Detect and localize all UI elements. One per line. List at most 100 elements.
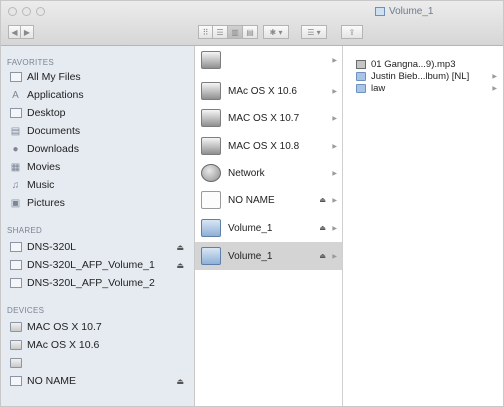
server-icon (9, 278, 22, 289)
sidebar-item-desktop[interactable]: Desktop (9, 104, 190, 122)
list-item[interactable]: Network ▶ (195, 159, 342, 187)
all-files-icon (9, 72, 22, 83)
chevron-right-icon: ▶ (332, 88, 337, 95)
list-item[interactable]: MAC OS X 10.8 ▶ (195, 132, 342, 160)
action-menu-button[interactable]: ✱ ▾ (263, 25, 289, 39)
eject-icon[interactable]: ⏏ (319, 252, 326, 260)
eject-icon[interactable]: ⏏ (319, 224, 326, 232)
browser-column-contents: 01 Gangna...9).mp3 Justin Bieb...lbum) [… (343, 46, 503, 406)
list-item-label: MAC OS X 10.8 (228, 140, 300, 152)
documents-icon: ▤ (10, 125, 21, 137)
toolbar: Volume_1 ◀ ▶ ⠿ ☰ ▥ ▤ ✱ ▾ ☰ ▾ ⇪ (1, 1, 503, 46)
sidebar-item-label: Pictures (27, 197, 65, 209)
applications-icon: A (12, 89, 19, 101)
shared-header: SHARED (7, 226, 43, 235)
sidebar-item-label: Applications (27, 89, 84, 101)
window-title: Volume_1 (375, 6, 433, 17)
sidebar-item-label: Documents (27, 125, 81, 137)
sidebar-item-label: Desktop (27, 107, 66, 119)
sidebar-item-no-name[interactable]: NO NAME ⏏ (9, 372, 190, 390)
mp3-file-icon (356, 59, 366, 69)
eject-icon[interactable]: ⏏ (319, 196, 326, 204)
cover-flow-button[interactable]: ▤ (243, 25, 258, 39)
sidebar-item-dns-320l-afp-volume-2[interactable]: DNS-320L_AFP_Volume_2 (9, 274, 190, 292)
network-icon (201, 164, 221, 182)
drive-icon (201, 82, 221, 100)
server-icon (9, 242, 22, 253)
list-item[interactable]: NO NAME ⏏ ▶ (195, 186, 342, 214)
sidebar-item-mac-os-x-10-7[interactable]: MAC OS X 10.7 (9, 318, 190, 336)
sidebar-item-dns-320l[interactable]: DNS-320L ⏏ (9, 238, 190, 256)
sidebar-item-label: DNS-320L_AFP_Volume_2 (27, 277, 155, 289)
view-buttons: ⠿ ☰ ▥ ▤ (198, 25, 258, 39)
sidebar-item-label: MAC OS X 10.7 (27, 321, 102, 333)
sidebar-item-dns-320l-afp-volume-1[interactable]: DNS-320L_AFP_Volume_1 ⏏ (9, 256, 190, 274)
drive-icon (201, 109, 221, 127)
sidebar-item-label: MAc OS X 10.6 (27, 339, 100, 351)
list-item[interactable]: MAc OS X 10.6 ▶ (195, 77, 342, 105)
eject-icon[interactable]: ⏏ (176, 261, 184, 270)
list-item-selected[interactable]: Volume_1 ⏏ ▶ (195, 242, 342, 270)
sidebar: FAVORITES All My Files A Applications De… (1, 46, 195, 406)
list-item-label: Justin Bieb...lbum) [NL] (371, 70, 470, 82)
list-view-button[interactable]: ☰ (213, 25, 228, 39)
list-item[interactable]: MAC OS X 10.7 ▶ (195, 104, 342, 132)
sidebar-item-unnamed-drive[interactable] (9, 354, 190, 372)
share-button[interactable]: ⇪ (341, 25, 363, 39)
movies-icon: ▦ (10, 161, 21, 173)
window-title-label: Volume_1 (389, 6, 434, 17)
chevron-right-icon: ▶ (492, 85, 497, 92)
chevron-right-icon: ▶ (332, 115, 337, 122)
chevron-right-icon: ▶ (332, 197, 337, 204)
sidebar-item-label: Music (27, 179, 55, 191)
volume-icon (375, 7, 385, 16)
favorites-header: FAVORITES (7, 58, 55, 67)
devices-header: DEVICES (7, 306, 45, 315)
chevron-right-icon: ▶ (332, 253, 337, 260)
sidebar-item-downloads[interactable]: ● Downloads (9, 140, 190, 158)
eject-icon[interactable]: ⏏ (176, 377, 184, 386)
sidebar-item-mac-os-x-10-6[interactable]: MAc OS X 10.6 (9, 336, 190, 354)
arrange-menu-button[interactable]: ☰ ▾ (301, 25, 327, 39)
list-item-label: Network (228, 167, 265, 179)
hard-drive-icon (9, 340, 22, 351)
sidebar-item-applications[interactable]: A Applications (9, 86, 190, 104)
music-icon: ♫ (11, 179, 20, 191)
back-button[interactable]: ◀ (8, 25, 21, 39)
list-item-label: MAc OS X 10.6 (228, 85, 297, 97)
list-item-label: Volume_1 (228, 222, 273, 234)
sidebar-item-documents[interactable]: ▤ Documents (9, 122, 190, 140)
list-item[interactable]: Volume_1 ⏏ ▶ (195, 214, 342, 242)
navigation-buttons: ◀ ▶ (8, 25, 34, 39)
list-item-label: Volume_1 (228, 250, 273, 262)
close-button[interactable] (8, 7, 17, 16)
sidebar-item-all-my-files[interactable]: All My Files (9, 68, 190, 86)
sidebar-item-music[interactable]: ♫ Music (9, 176, 190, 194)
server-icon (9, 260, 22, 271)
volume-icon (201, 219, 221, 237)
sidebar-item-pictures[interactable]: ▣ Pictures (9, 194, 190, 212)
list-item[interactable]: law ▶ (343, 82, 503, 94)
hard-drive-icon (9, 322, 22, 333)
sidebar-item-label: DNS-320L_AFP_Volume_1 (27, 259, 155, 271)
zoom-button[interactable] (36, 7, 45, 16)
chevron-right-icon: ▶ (332, 143, 337, 150)
sidebar-item-movies[interactable]: ▦ Movies (9, 158, 190, 176)
eject-icon[interactable]: ⏏ (176, 243, 184, 252)
downloads-icon: ● (12, 143, 19, 155)
list-item[interactable]: ▶ (195, 46, 342, 74)
external-drive-icon (201, 191, 221, 209)
chevron-right-icon: ▶ (332, 225, 337, 232)
icon-view-button[interactable]: ⠿ (198, 25, 213, 39)
list-item-label: MAC OS X 10.7 (228, 112, 300, 124)
minimize-button[interactable] (22, 7, 31, 16)
hard-drive-icon (9, 358, 22, 369)
column-view-button[interactable]: ▥ (228, 25, 243, 39)
list-item-label: 01 Gangna...9).mp3 (371, 58, 456, 70)
drive-icon (201, 137, 221, 155)
pictures-icon: ▣ (10, 197, 21, 209)
window-controls (8, 7, 45, 16)
list-item[interactable]: 01 Gangna...9).mp3 (343, 58, 503, 70)
list-item[interactable]: Justin Bieb...lbum) [NL] ▶ (343, 70, 503, 82)
forward-button[interactable]: ▶ (21, 25, 34, 39)
